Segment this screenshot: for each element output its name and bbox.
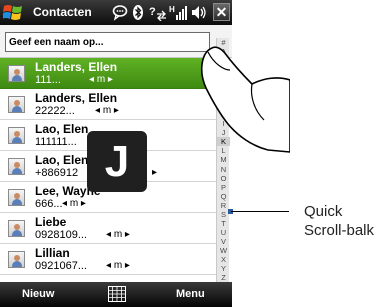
contact-row-selected[interactable]: Landers, Ellen 111... ◂ m ▸ [0,58,216,89]
contact-card-icon [8,158,25,175]
scroll-letter-t[interactable]: T [217,219,230,228]
contact-name: Landers, Ellen [35,91,118,105]
contact-card-icon [8,251,25,268]
contact-card-icon [8,220,25,237]
scroll-letter-u[interactable]: U [217,228,230,237]
windows-start-icon[interactable] [3,3,23,22]
contact-name: Liebe [35,215,67,229]
phone-type-tag[interactable]: ◂ m ▸ [106,229,130,240]
contact-phone: 0921067... [35,260,87,272]
contact-phone: 0928109... [35,229,87,241]
scroll-letter-x[interactable]: X [217,255,230,264]
title-bar: Contacten ? H ✕ [0,0,232,25]
softkey-bar: Nieuw Menu [0,282,232,307]
new-button[interactable]: Nieuw [22,288,54,300]
contact-phone: 22222... [35,105,75,117]
message-icon[interactable] [112,4,128,21]
contact-phone: 111111... [35,136,77,148]
callout-line [231,211,289,212]
scroll-letter-q[interactable]: Q [217,192,230,201]
bluetooth-icon[interactable] [132,4,144,21]
signal-icon: H [169,5,187,20]
annotation-line-2: Scroll-balk [304,222,375,239]
svg-text:H: H [169,5,175,14]
menu-button[interactable]: Menu [176,288,205,300]
scroll-letter-v[interactable]: V [217,237,230,246]
app-title: Contacten [33,5,92,19]
phone-type-tag-arrow[interactable]: ▸ [152,167,157,178]
annotation-line-1: Quick [304,203,343,220]
search-input[interactable] [5,32,210,52]
scroll-letter-z[interactable]: Z [217,273,230,282]
keyboard-icon[interactable] [108,286,126,302]
scroll-letter-overlay: J [87,131,147,192]
phone-type-tag[interactable]: ◂ m ▸ [95,105,119,116]
contact-phone: 666... [35,198,63,210]
quick-scroll-annotation: Quick Scroll-balk [304,202,374,240]
close-icon[interactable]: ✕ [213,3,230,21]
connectivity-icon[interactable]: ? [148,4,168,21]
svg-text:?: ? [149,6,156,18]
scroll-letter-y[interactable]: Y [217,264,230,273]
contact-card-icon [8,96,25,113]
finger-illustration [200,46,290,153]
contact-card-icon [8,127,25,144]
phone-type-tag[interactable]: ◂ m ▸ [89,74,113,85]
contact-name: Landers, Ellen [35,60,118,74]
contact-row[interactable]: Liebe 0928109... ◂ m ▸ [0,213,216,244]
contact-name: Lao, Elen [35,122,89,136]
contact-row[interactable]: Lillian 0921067... ◂ m ▸ [0,244,216,275]
contact-name: Lao, Elen [35,153,89,167]
contact-card-icon [8,189,25,206]
contact-row[interactable]: Landers, Ellen 22222... ◂ m ▸ [0,89,216,120]
contact-card-icon [8,65,25,82]
phone-type-tag[interactable]: ◂ m ▸ [106,260,130,271]
volume-icon[interactable] [190,4,207,21]
contact-phone: 111... [35,74,61,86]
contact-phone: +886912 [35,167,79,179]
contact-name: Lillian [35,246,70,260]
phone-type-tag[interactable]: ◂ m ▸ [62,198,86,209]
scroll-letter-w[interactable]: W [217,246,230,255]
